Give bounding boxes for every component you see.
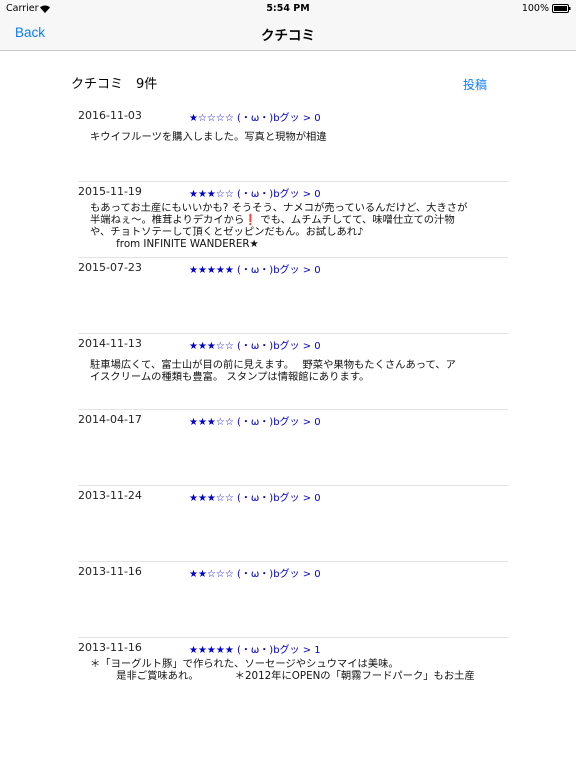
battery-icon bbox=[552, 4, 571, 13]
review-like-button[interactable]: (・ω・)bグッ > 0 bbox=[237, 113, 321, 124]
review-item: 2015-11-19 ★★★☆☆ (・ω・)bグッ > 0 もあってお土産にもい… bbox=[78, 183, 508, 258]
reviews-count-title: クチコミ 9件 bbox=[71, 77, 158, 92]
review-item: 2013-11-16 ★★☆☆☆ (・ω・)bグッ > 0 bbox=[78, 563, 508, 638]
review-stars: ★☆☆☆☆ bbox=[189, 113, 234, 124]
review-stars: ★★☆☆☆ bbox=[189, 569, 234, 580]
review-date: 2013-11-16 bbox=[78, 641, 142, 654]
review-date: 2013-11-24 bbox=[78, 489, 142, 502]
review-stars: ★★★☆☆ bbox=[189, 493, 234, 504]
review-item: 2013-11-24 ★★★☆☆ (・ω・)bグッ > 0 bbox=[78, 487, 508, 562]
review-item: 2013-11-16 ★★★★★ (・ω・)bグッ > 1 ＊「ヨーグルト豚」で… bbox=[78, 639, 508, 685]
review-text: ＊「ヨーグルト豚」で作られた、ソーセージやシュウマイは美味。 是非ご賞味あれ。 … bbox=[90, 658, 475, 682]
navigation-bar: Back クチコミ bbox=[0, 18, 576, 51]
status-time: 5:54 PM bbox=[266, 3, 310, 14]
review-item: 2015-07-23 ★★★★★ (・ω・)bグッ > 0 bbox=[78, 259, 508, 334]
review-text: キウイフルーツを購入しました。写真と現物が相違 bbox=[90, 131, 327, 143]
review-like-button[interactable]: (・ω・)bグッ > 0 bbox=[237, 569, 321, 580]
post-review-button[interactable]: 投稿 bbox=[463, 76, 487, 93]
review-date: 2014-11-13 bbox=[78, 337, 142, 350]
status-bar: Carrier 5:54 PM 100% bbox=[0, 0, 576, 18]
review-date: 2015-11-19 bbox=[78, 185, 142, 198]
review-stars: ★★★★★ bbox=[189, 265, 234, 276]
review-date: 2013-11-16 bbox=[78, 565, 142, 578]
review-stars: ★★★★★ bbox=[189, 645, 234, 656]
review-date: 2015-07-23 bbox=[78, 261, 142, 274]
review-item: 2014-11-13 ★★★☆☆ (・ω・)bグッ > 0 駐車場広くて、富士山… bbox=[78, 335, 508, 410]
review-date: 2016-11-03 bbox=[78, 109, 142, 122]
review-date: 2014-04-17 bbox=[78, 413, 142, 426]
review-text: 駐車場広くて、富士山が目の前に見えます。 野菜や果物もたくさんあって、ア イスク… bbox=[90, 359, 456, 383]
review-stars: ★★★☆☆ bbox=[189, 417, 234, 428]
reviews-list[interactable]: 2016-11-03 ★☆☆☆☆ (・ω・)bグッ > 0 キウイフルーツを購入… bbox=[78, 107, 508, 685]
review-item: 2016-11-03 ★☆☆☆☆ (・ω・)bグッ > 0 キウイフルーツを購入… bbox=[78, 107, 508, 182]
review-like-button[interactable]: (・ω・)bグッ > 1 bbox=[237, 645, 321, 656]
battery-percent: 100% bbox=[521, 3, 549, 14]
review-like-button[interactable]: (・ω・)bグッ > 0 bbox=[237, 189, 321, 200]
review-like-button[interactable]: (・ω・)bグッ > 0 bbox=[237, 493, 321, 504]
review-stars: ★★★☆☆ bbox=[189, 189, 234, 200]
review-stars: ★★★☆☆ bbox=[189, 341, 234, 352]
review-text: もあってお土産にもいいかも? そうそう、ナメコが売っているんだけど、大きさが 半… bbox=[90, 202, 468, 250]
review-like-button[interactable]: (・ω・)bグッ > 0 bbox=[237, 417, 321, 428]
review-like-button[interactable]: (・ω・)bグッ > 0 bbox=[237, 341, 321, 352]
review-like-button[interactable]: (・ω・)bグッ > 0 bbox=[237, 265, 321, 276]
review-item: 2014-04-17 ★★★☆☆ (・ω・)bグッ > 0 bbox=[78, 411, 508, 486]
nav-title: クチコミ bbox=[261, 28, 315, 44]
